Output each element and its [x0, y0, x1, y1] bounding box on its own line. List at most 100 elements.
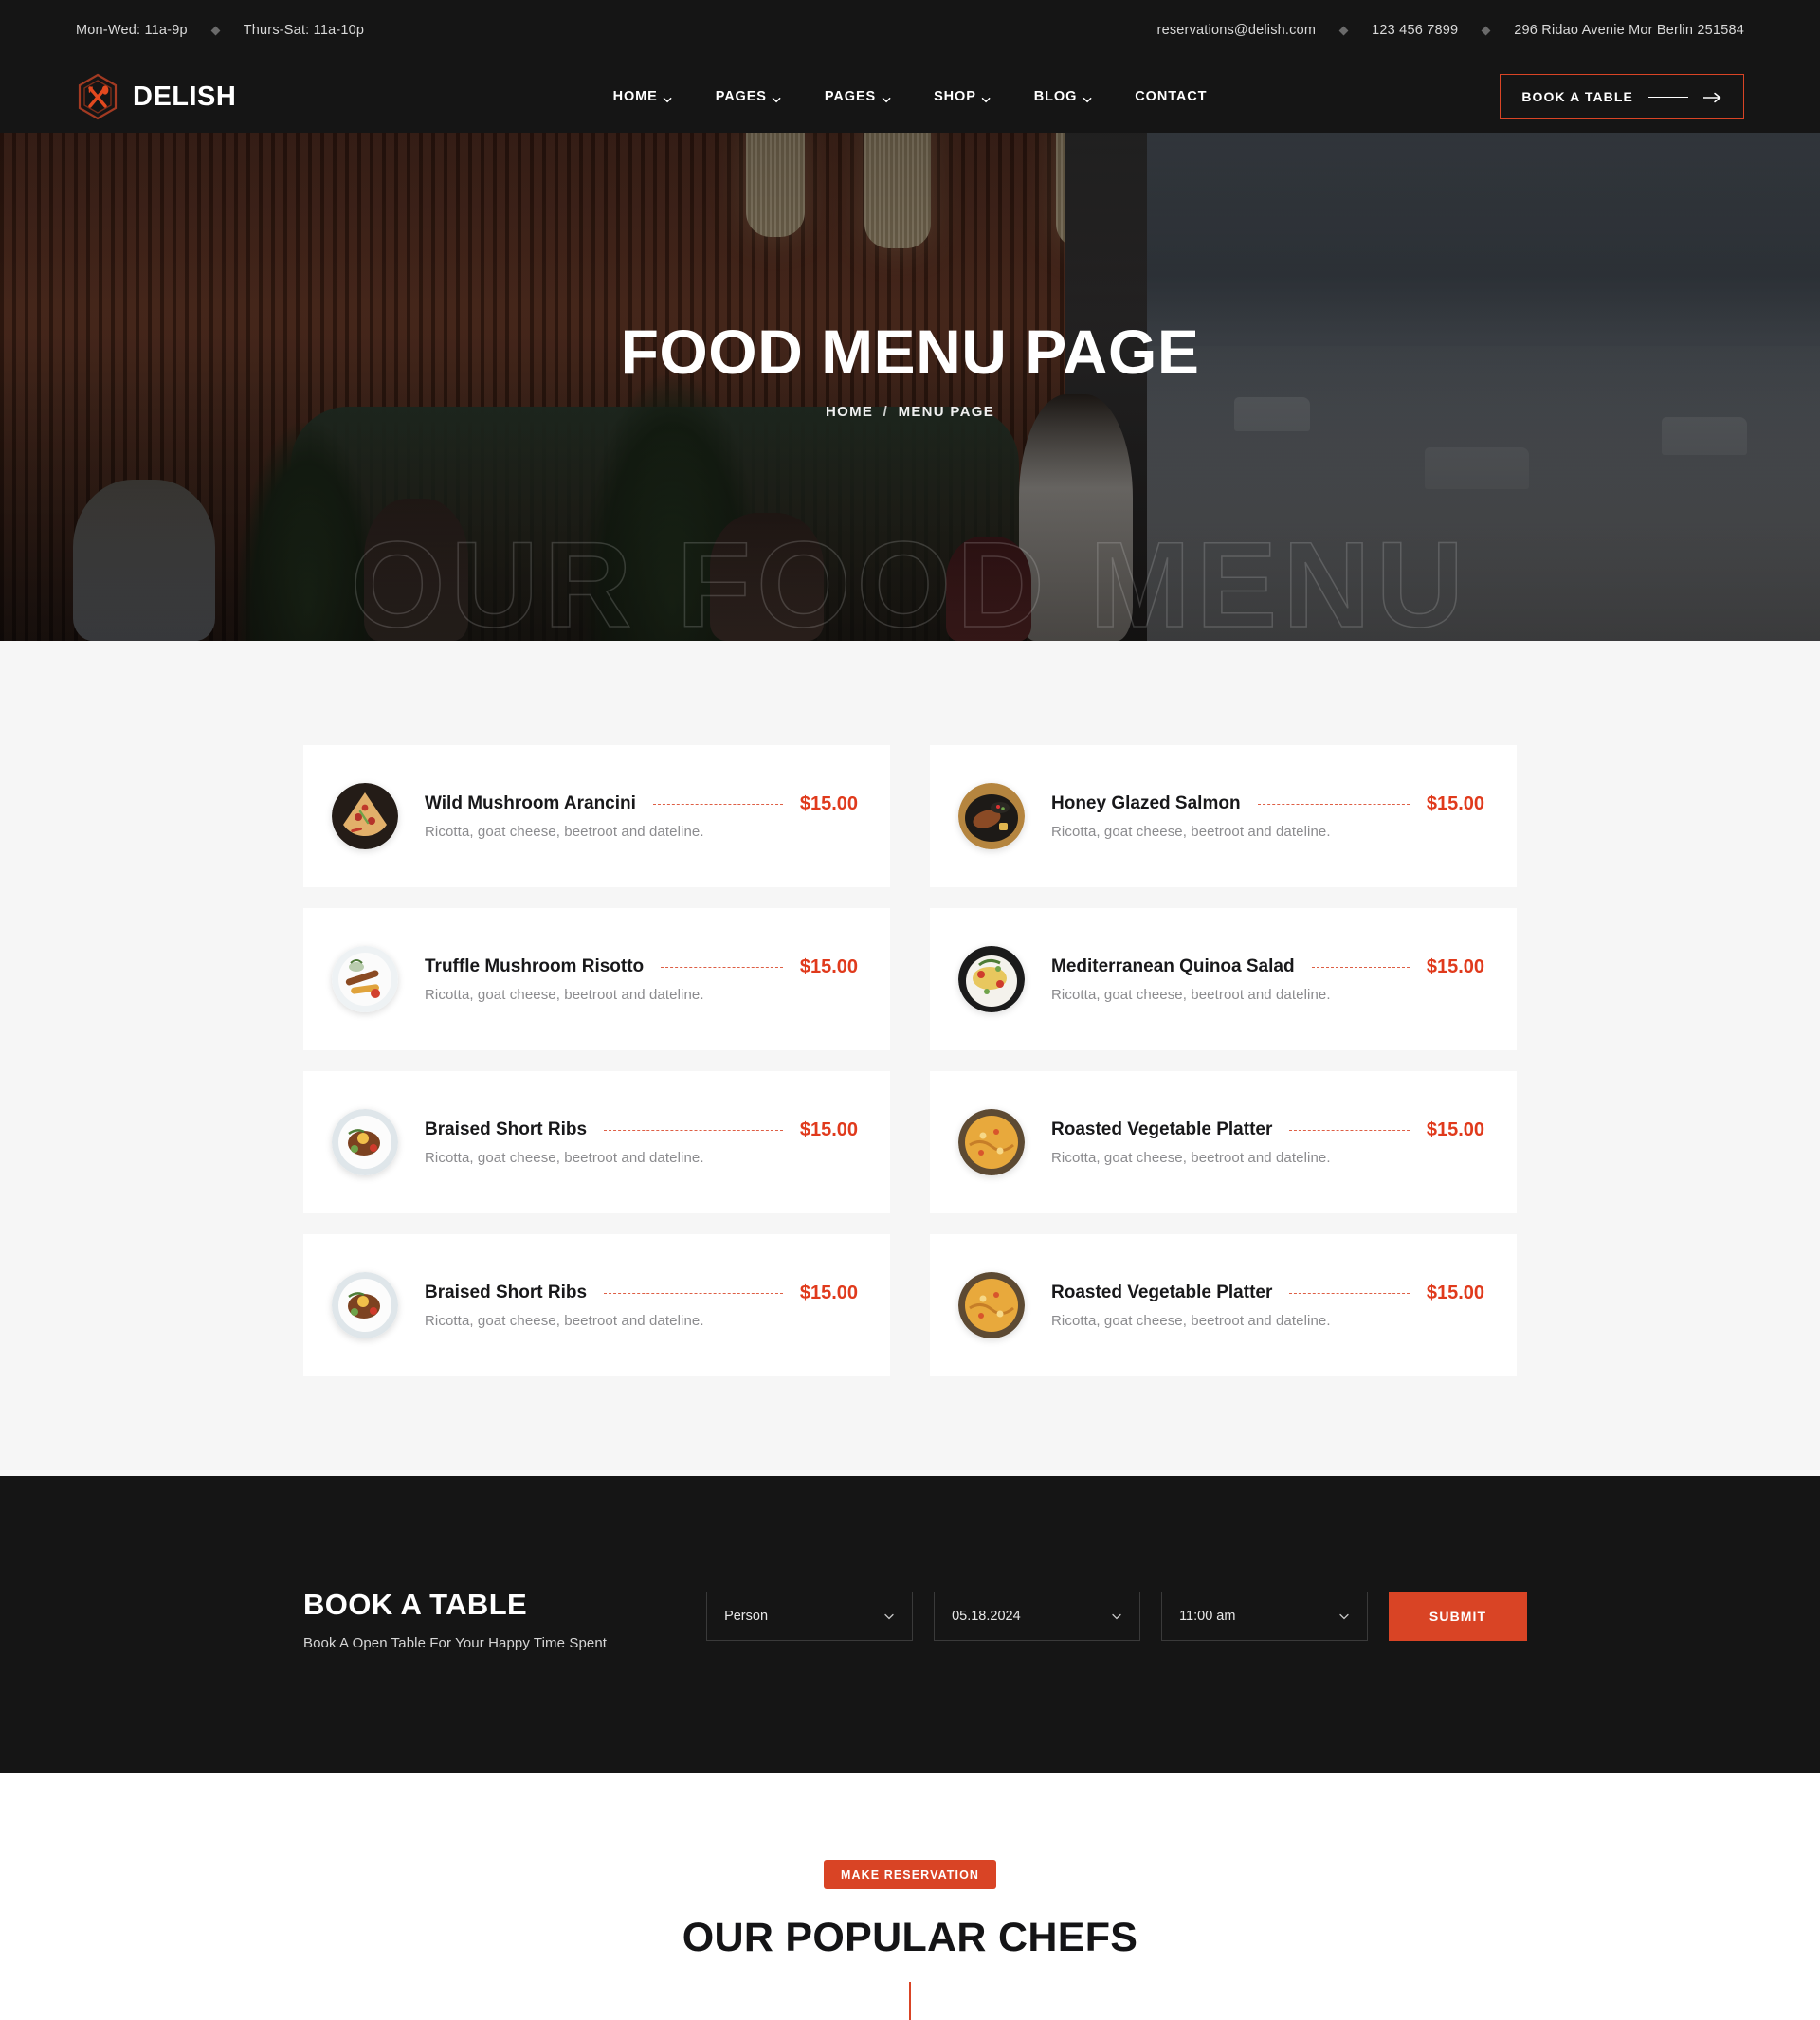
dish-description: Ricotta, goat cheese, beetroot and datel… [425, 986, 704, 1003]
menu-item-heading-row: Roasted Vegetable Platter $15.00 [1051, 1119, 1484, 1141]
dish-description: Ricotta, goat cheese, beetroot and datel… [425, 823, 704, 840]
menu-item-heading-row: Braised Short Ribs $15.00 [425, 1119, 858, 1141]
time-select-value: 11:00 am [1179, 1609, 1236, 1624]
chevron-down-icon [883, 1611, 895, 1622]
chevron-down-icon [1083, 93, 1092, 102]
breadcrumb-separator: / [883, 404, 889, 421]
breadcrumb: HOME / MENU PAGE [826, 404, 994, 420]
dish-description: Ricotta, goat cheese, beetroot and datel… [425, 1312, 704, 1329]
dotted-leader [661, 966, 783, 968]
menu-item-heading-row: Mediterranean Quinoa Salad $15.00 [1051, 956, 1484, 978]
address-text: 296 Ridao Avenie Mor Berlin 251584 [1514, 23, 1744, 38]
menu-item-card[interactable]: Honey Glazed Salmon $15.00 Ricotta, goat… [930, 745, 1517, 887]
menu-item-card[interactable]: Braised Short Ribs $15.00 Ricotta, goat … [303, 1071, 890, 1213]
booking-subtitle: Book A Open Table For Your Happy Time Sp… [303, 1635, 608, 1651]
menu-item-card[interactable]: Braised Short Ribs $15.00 Ricotta, goat … [303, 1234, 890, 1376]
section-divider [909, 1982, 911, 2020]
dish-name: Mediterranean Quinoa Salad [1051, 956, 1295, 976]
dotted-leader [1311, 966, 1410, 968]
dish-photo [958, 783, 1025, 849]
dish-price: $15.00 [1426, 1282, 1484, 1303]
nav-item-contact[interactable]: CONTACT [1113, 89, 1228, 104]
menu-item-card[interactable]: Roasted Vegetable Platter $15.00 Ricotta… [930, 1071, 1517, 1213]
diamond-separator-icon [210, 26, 221, 35]
dish-description: Ricotta, goat cheese, beetroot and datel… [425, 1149, 704, 1166]
dish-price: $15.00 [799, 955, 858, 977]
dish-price: $15.00 [1426, 955, 1484, 977]
chevron-down-icon [773, 93, 781, 102]
menu-item-body: Braised Short Ribs $15.00 Ricotta, goat … [425, 1119, 858, 1166]
menu-item-body: Wild Mushroom Arancini $15.00 Ricotta, g… [425, 793, 858, 840]
dish-photo [958, 1272, 1025, 1338]
popular-chefs-section: MAKE RESERVATION OUR POPULAR CHEFS [0, 1773, 1820, 2020]
section-heading: OUR POPULAR CHEFS [682, 1915, 1138, 1960]
dish-name: Truffle Mushroom Risotto [425, 956, 645, 976]
main-navigation: HOME PAGES PAGES SHOP BLOG CONTACT [592, 89, 1229, 104]
brand-name: DELISH [133, 81, 237, 112]
phone-link[interactable]: 123 456 7899 [1372, 23, 1458, 38]
booking-wrapper: BOOK A TABLE Book A Open Table For Your … [303, 1588, 1528, 1651]
menu-item-body: Mediterranean Quinoa Salad $15.00 Ricott… [1051, 956, 1484, 1003]
submit-button[interactable]: SUBMIT [1389, 1592, 1528, 1641]
brand-logo[interactable]: DELISH [76, 73, 236, 120]
date-select-value: 05.18.2024 [952, 1609, 1021, 1624]
nav-label: HOME [612, 89, 658, 104]
person-select-value: Person [724, 1609, 769, 1624]
nav-item-shop[interactable]: SHOP [912, 89, 1012, 104]
menu-item-body: Braised Short Ribs $15.00 Ricotta, goat … [425, 1283, 858, 1329]
hero-content: FOOD MENU PAGE HOME / MENU PAGE [0, 133, 1820, 641]
nav-label: SHOP [934, 89, 976, 104]
dotted-leader [652, 803, 783, 805]
nav-label: PAGES [824, 89, 877, 104]
make-reservation-badge[interactable]: MAKE RESERVATION [823, 1860, 997, 1889]
dish-photo [958, 1109, 1025, 1175]
menu-item-heading-row: Honey Glazed Salmon $15.00 [1051, 793, 1484, 815]
dish-price: $15.00 [1426, 792, 1484, 814]
menu-item-body: Truffle Mushroom Risotto $15.00 Ricotta,… [425, 956, 858, 1003]
chevron-down-icon [1338, 1611, 1350, 1622]
dish-photo [332, 783, 398, 849]
arrow-right-icon [1702, 91, 1722, 103]
menu-item-card[interactable]: Roasted Vegetable Platter $15.00 Ricotta… [930, 1234, 1517, 1376]
dish-price: $15.00 [1426, 1119, 1484, 1140]
booking-title: BOOK A TABLE [303, 1588, 528, 1621]
food-menu-section: Wild Mushroom Arancini $15.00 Ricotta, g… [0, 641, 1820, 1476]
dish-description: Ricotta, goat cheese, beetroot and datel… [1051, 1312, 1331, 1329]
dish-price: $15.00 [799, 1119, 858, 1140]
nav-item-home[interactable]: HOME [592, 89, 694, 104]
nav-label: CONTACT [1135, 89, 1208, 104]
page-title: FOOD MENU PAGE [620, 316, 1200, 387]
menu-item-card[interactable]: Mediterranean Quinoa Salad $15.00 Ricott… [930, 908, 1517, 1050]
chevron-down-icon [981, 93, 991, 102]
menu-item-body: Roasted Vegetable Platter $15.00 Ricotta… [1051, 1119, 1484, 1166]
menu-item-card[interactable]: Truffle Mushroom Risotto $15.00 Ricotta,… [303, 908, 890, 1050]
breadcrumb-home-link[interactable]: HOME [826, 404, 873, 420]
dish-description: Ricotta, goat cheese, beetroot and datel… [1051, 986, 1331, 1003]
button-divider-line [1648, 96, 1688, 98]
nav-item-pages-2[interactable]: PAGES [803, 89, 912, 104]
dish-name: Roasted Vegetable Platter [1051, 1119, 1273, 1139]
dish-description: Ricotta, goat cheese, beetroot and datel… [1051, 823, 1331, 840]
nav-item-pages-1[interactable]: PAGES [694, 89, 803, 104]
dish-photo [332, 1272, 398, 1338]
dish-photo [332, 946, 398, 1012]
top-info-bar: Mon-Wed: 11a-9p Thurs-Sat: 11a-10p reser… [0, 0, 1820, 61]
menu-item-body: Roasted Vegetable Platter $15.00 Ricotta… [1051, 1283, 1484, 1329]
hours-thurs-sat: Thurs-Sat: 11a-10p [243, 23, 365, 38]
person-select[interactable]: Person [706, 1592, 914, 1641]
opening-hours-group: Mon-Wed: 11a-9p Thurs-Sat: 11a-10p [76, 23, 364, 38]
nav-item-blog[interactable]: BLOG [1012, 89, 1114, 104]
booking-form: Person 05.18.2024 11:00 am SUBMIT [706, 1592, 1528, 1641]
dish-name: Wild Mushroom Arancini [425, 793, 636, 813]
dish-name: Honey Glazed Salmon [1051, 793, 1241, 813]
menu-item-card[interactable]: Wild Mushroom Arancini $15.00 Ricotta, g… [303, 745, 890, 887]
email-link[interactable]: reservations@delish.com [1157, 23, 1317, 38]
dish-photo [958, 946, 1025, 1012]
dotted-leader [1289, 1129, 1410, 1131]
book-a-table-button[interactable]: BOOK A TABLE [1500, 74, 1744, 119]
dish-name: Roasted Vegetable Platter [1051, 1283, 1273, 1302]
dotted-leader [604, 1129, 783, 1131]
date-select[interactable]: 05.18.2024 [934, 1592, 1141, 1641]
menu-item-heading-row: Wild Mushroom Arancini $15.00 [425, 793, 858, 815]
time-select[interactable]: 11:00 am [1161, 1592, 1369, 1641]
